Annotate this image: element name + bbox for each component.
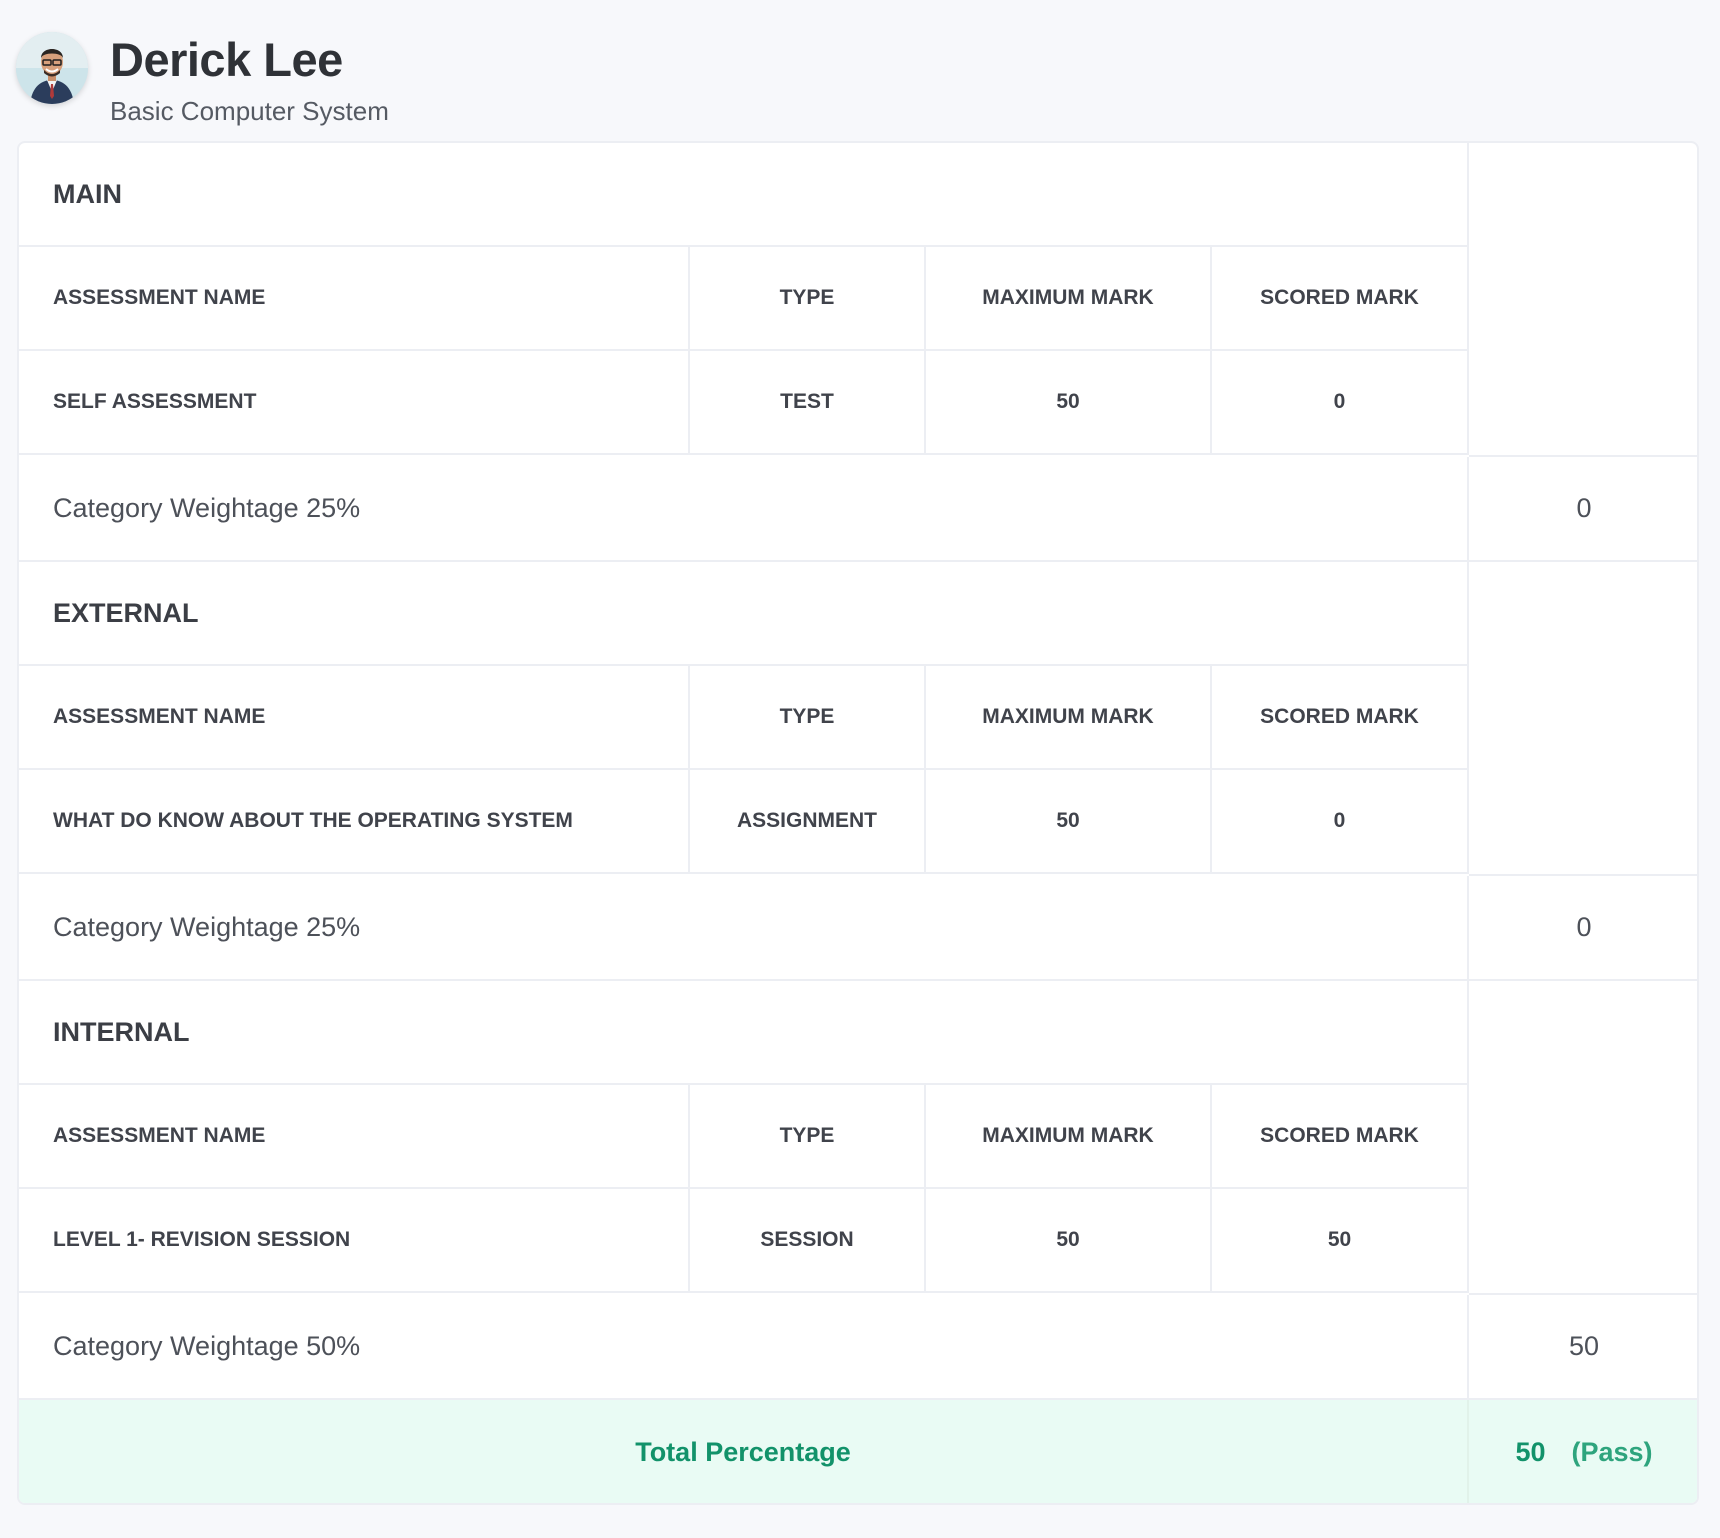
maximum-mark: 50 bbox=[926, 770, 1212, 874]
weightage-label: Category Weightage 25% bbox=[19, 457, 1469, 562]
col-scored-mark: SCORED MARK bbox=[1212, 247, 1469, 351]
col-maximum-mark: MAXIMUM MARK bbox=[926, 666, 1212, 770]
col-type: TYPE bbox=[690, 247, 926, 351]
total-row: Total Percentage 50 (Pass) bbox=[19, 1400, 1697, 1503]
section-header-main: MAIN bbox=[19, 143, 1469, 247]
total-value-cell: 50 (Pass) bbox=[1469, 1400, 1697, 1503]
weightage-value: 0 bbox=[1469, 876, 1697, 981]
assessment-name: SELF ASSESSMENT bbox=[19, 351, 690, 455]
blank-cell bbox=[1469, 981, 1697, 1295]
scored-mark: 0 bbox=[1212, 770, 1469, 874]
avatar bbox=[16, 32, 88, 104]
section-title: EXTERNAL bbox=[19, 562, 1469, 666]
weightage-row: Category Weightage 25% 0 bbox=[19, 876, 1697, 981]
weightage-row: Category Weightage 50% 50 bbox=[19, 1295, 1697, 1400]
pass-status: (Pass) bbox=[1571, 1437, 1653, 1467]
weightage-label: Category Weightage 50% bbox=[19, 1295, 1469, 1400]
col-assessment-name: ASSESSMENT NAME bbox=[19, 1085, 690, 1189]
assessment-type: TEST bbox=[690, 351, 926, 455]
course-name: Basic Computer System bbox=[110, 96, 389, 126]
weightage-value: 50 bbox=[1469, 1295, 1697, 1400]
col-maximum-mark: MAXIMUM MARK bbox=[926, 247, 1212, 351]
blank-cell bbox=[1469, 143, 1697, 457]
col-assessment-name: ASSESSMENT NAME bbox=[19, 666, 690, 770]
scored-mark: 0 bbox=[1212, 351, 1469, 455]
weightage-row: Category Weightage 25% 0 bbox=[19, 457, 1697, 562]
weightage-label: Category Weightage 25% bbox=[19, 876, 1469, 981]
student-header: Derick Lee Basic Computer System bbox=[16, 32, 389, 127]
assessment-name: LEVEL 1- REVISION SESSION bbox=[19, 1189, 690, 1293]
section-title: INTERNAL bbox=[19, 981, 1469, 1085]
assessment-name: WHAT DO KNOW ABOUT THE OPERATING SYSTEM bbox=[19, 770, 690, 874]
table-row: LEVEL 1- REVISION SESSION SESSION 50 50 bbox=[19, 1189, 1469, 1293]
table-row: WHAT DO KNOW ABOUT THE OPERATING SYSTEM … bbox=[19, 770, 1469, 874]
section-header-internal: INTERNAL bbox=[19, 981, 1469, 1085]
table-row: SELF ASSESSMENT TEST 50 0 bbox=[19, 351, 1469, 455]
table-header-row: ASSESSMENT NAME TYPE MAXIMUM MARK SCORED… bbox=[19, 1085, 1469, 1189]
col-type: TYPE bbox=[690, 1085, 926, 1189]
grade-report-table: MAIN ASSESSMENT NAME TYPE MAXIMUM MARK S… bbox=[17, 141, 1699, 1505]
section-header-external: EXTERNAL bbox=[19, 562, 1469, 666]
student-name: Derick Lee bbox=[110, 33, 343, 86]
table-header-row: ASSESSMENT NAME TYPE MAXIMUM MARK SCORED… bbox=[19, 247, 1469, 351]
col-maximum-mark: MAXIMUM MARK bbox=[926, 1085, 1212, 1189]
total-percentage: 50 bbox=[1515, 1437, 1546, 1467]
total-label: Total Percentage bbox=[19, 1400, 1469, 1503]
person-avatar-icon bbox=[16, 32, 88, 104]
col-scored-mark: SCORED MARK bbox=[1212, 1085, 1469, 1189]
assessment-type: SESSION bbox=[690, 1189, 926, 1293]
col-scored-mark: SCORED MARK bbox=[1212, 666, 1469, 770]
weightage-value: 0 bbox=[1469, 457, 1697, 562]
blank-cell bbox=[1469, 562, 1697, 876]
assessment-type: ASSIGNMENT bbox=[690, 770, 926, 874]
col-type: TYPE bbox=[690, 666, 926, 770]
col-assessment-name: ASSESSMENT NAME bbox=[19, 247, 690, 351]
scored-mark: 50 bbox=[1212, 1189, 1469, 1293]
table-header-row: ASSESSMENT NAME TYPE MAXIMUM MARK SCORED… bbox=[19, 666, 1469, 770]
maximum-mark: 50 bbox=[926, 1189, 1212, 1293]
maximum-mark: 50 bbox=[926, 351, 1212, 455]
section-title: MAIN bbox=[19, 143, 1469, 247]
